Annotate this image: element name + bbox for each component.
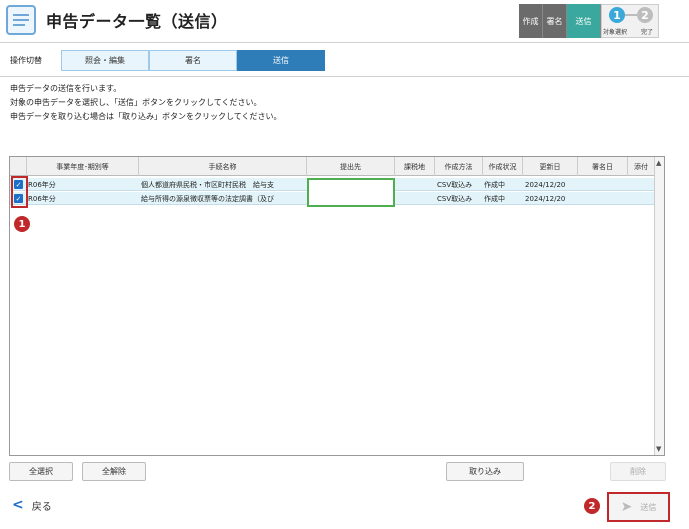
- col-method[interactable]: 作成方法: [435, 157, 483, 176]
- paper-plane-icon: ➤: [620, 499, 633, 515]
- col-submit-to[interactable]: 提出先: [307, 157, 395, 176]
- page-title: 申告データ一覧（送信）: [46, 12, 228, 31]
- col-procedure[interactable]: 手続名称: [139, 157, 307, 176]
- cell-period: R06年分: [28, 194, 56, 203]
- send-button[interactable]: ➤ 送信: [607, 492, 670, 522]
- back-label: 戻る: [31, 501, 52, 513]
- cell-status: 作成中: [484, 180, 505, 189]
- delete-button[interactable]: 削除: [610, 462, 666, 481]
- vertical-scrollbar[interactable]: ▲ ▼: [654, 157, 664, 455]
- header-divider: [0, 42, 689, 43]
- cell-method: CSV取込み: [437, 180, 473, 189]
- col-period[interactable]: 事業年度･期別等: [27, 157, 139, 176]
- header: 申告データ一覧（送信） 作成 署名 送信 1 2 対象選択 完了: [0, 0, 689, 38]
- back-button[interactable]: < 戻る: [12, 497, 52, 513]
- step-connector: [625, 14, 637, 16]
- mode-divider: [0, 76, 689, 77]
- step-tab-sign: 署名: [543, 4, 567, 38]
- col-tax-place[interactable]: 課税地: [395, 157, 435, 176]
- table-header: 事業年度･期別等 手続名称 提出先 課税地 作成方法 作成状況 更新日 署名日 …: [10, 157, 655, 176]
- mode-label: 操作切替: [10, 56, 42, 65]
- step-2-circle: 2: [637, 7, 653, 23]
- step-1-label: 対象選択: [603, 29, 628, 36]
- col-signed[interactable]: 署名日: [578, 157, 628, 176]
- description-line-1: 申告データの送信を行います。: [10, 84, 122, 93]
- step-1-circle: 1: [609, 7, 625, 23]
- col-status[interactable]: 作成状況: [483, 157, 523, 176]
- submit-to-cell-editor[interactable]: [307, 178, 395, 207]
- document-list-icon: [6, 5, 36, 35]
- select-all-button[interactable]: 全選択: [9, 462, 73, 481]
- step-indicator: 作成 署名 送信 1 2 対象選択 完了: [519, 4, 659, 38]
- cell-updated: 2024/12/20: [525, 194, 566, 203]
- deselect-all-button[interactable]: 全解除: [82, 462, 146, 481]
- scroll-down-icon[interactable]: ▼: [656, 445, 661, 453]
- annotation-marker-1: 1: [14, 216, 30, 232]
- cell-method: CSV取込み: [437, 194, 473, 203]
- declaration-table: 事業年度･期別等 手続名称 提出先 課税地 作成方法 作成状況 更新日 署名日 …: [9, 156, 665, 456]
- tab-view-edit[interactable]: 照会・編集: [61, 50, 149, 71]
- cell-status: 作成中: [484, 194, 505, 203]
- mode-tabs: 照会・編集 署名 送信: [61, 50, 325, 71]
- chevron-left-icon: <: [12, 497, 24, 513]
- step-2-label: 完了: [641, 29, 654, 36]
- tab-send[interactable]: 送信: [237, 50, 325, 71]
- annotation-marker-2: 2: [584, 498, 600, 514]
- col-updated[interactable]: 更新日: [523, 157, 578, 176]
- import-button[interactable]: 取り込み: [446, 462, 524, 481]
- cell-procedure: 個人都道府県民税・市区町村民税 給与支: [141, 180, 274, 189]
- cell-period: R06年分: [28, 180, 56, 189]
- description-line-3: 申告データを取り込む場合は「取り込み」ボタンをクリックしてください。: [10, 112, 282, 121]
- col-attach[interactable]: 添付: [628, 157, 655, 176]
- send-label: 送信: [640, 502, 657, 512]
- step-tab-send: 送信: [567, 4, 601, 38]
- step-tab-create: 作成: [519, 4, 543, 38]
- cell-procedure: 給与所得の源泉徴収票等の法定調書（及び: [141, 194, 274, 203]
- header-checkbox-col: [10, 157, 27, 176]
- scroll-up-icon[interactable]: ▲: [656, 159, 661, 167]
- cell-updated: 2024/12/20: [525, 180, 566, 189]
- step-flow: 1 2 対象選択 完了: [601, 4, 659, 38]
- tab-sign[interactable]: 署名: [149, 50, 237, 71]
- description-line-2: 対象の申告データを選択し、「送信」ボタンをクリックしてください。: [10, 98, 262, 107]
- checkbox-highlight: [11, 176, 28, 208]
